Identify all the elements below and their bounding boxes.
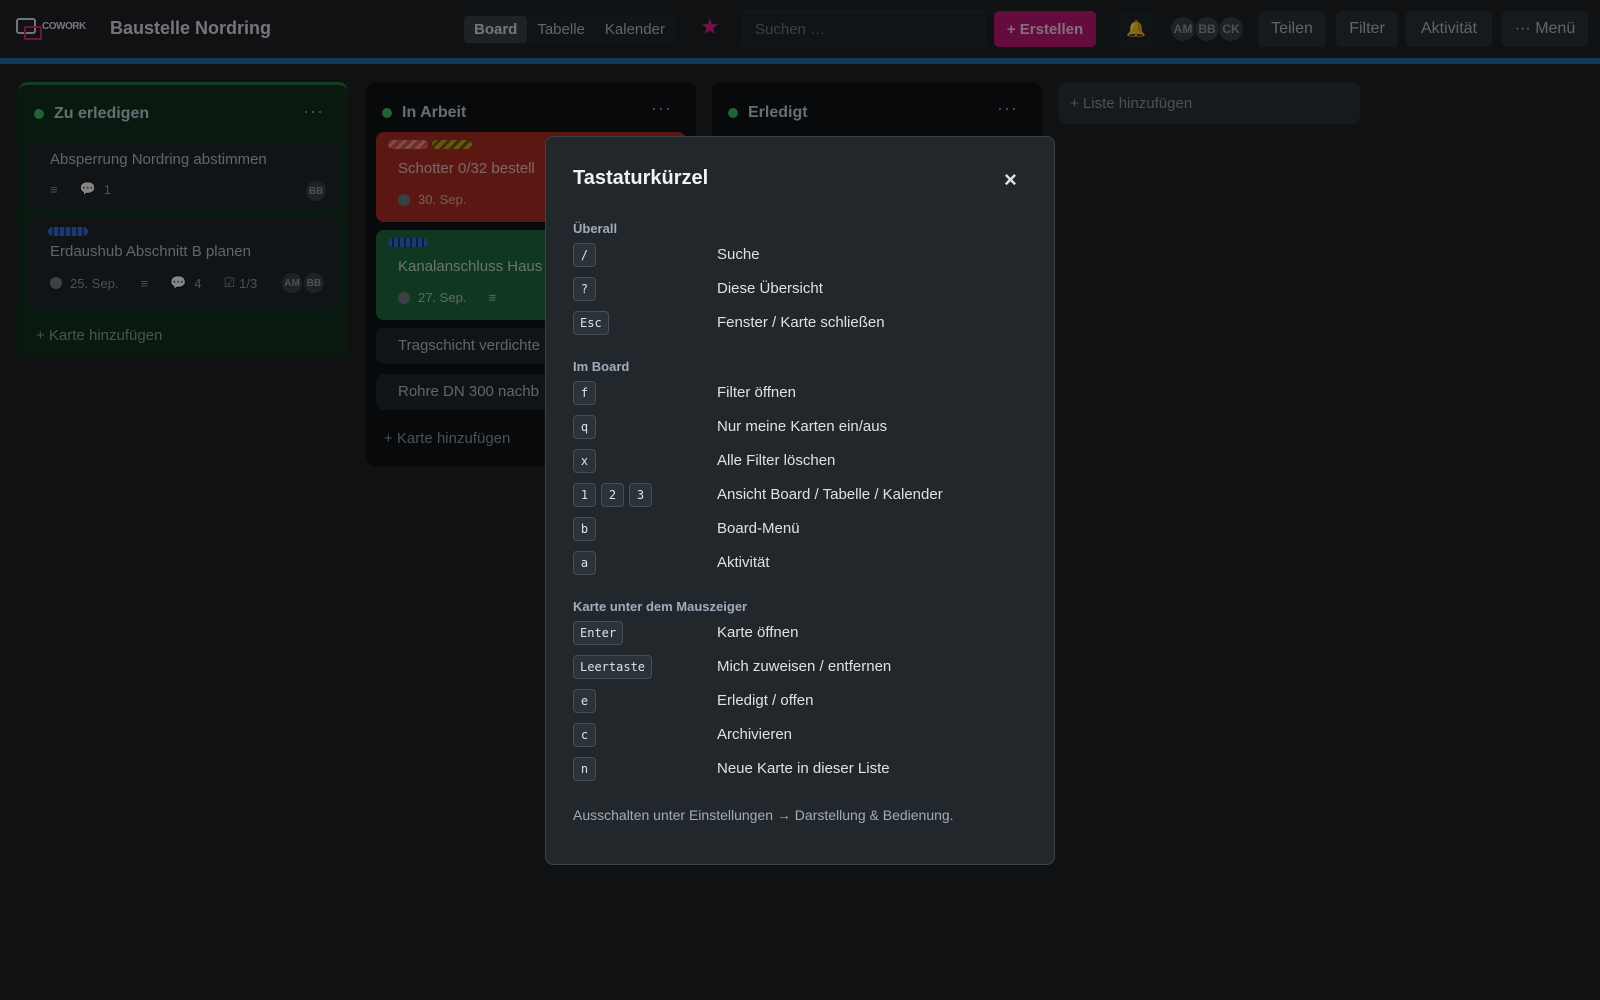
shortcut-keys: q bbox=[573, 415, 601, 439]
shortcut-description: Neue Karte in dieser Liste bbox=[717, 760, 890, 777]
shortcuts-modal: Tastaturkürzel × Überall / Suche ? Diese… bbox=[545, 136, 1055, 865]
shortcut-keys: c bbox=[573, 723, 601, 747]
section-title: Im Board bbox=[573, 359, 630, 374]
key-cap: x bbox=[573, 449, 596, 473]
shortcut-row: 1 2 3 Ansicht Board / Tabelle / Kalender bbox=[573, 483, 1033, 509]
shortcut-row: e Erledigt / offen bbox=[573, 689, 1033, 715]
key-cap: c bbox=[573, 723, 596, 747]
shortcut-description: Diese Übersicht bbox=[717, 280, 823, 297]
shortcut-keys: / bbox=[573, 243, 601, 267]
key-cap: e bbox=[573, 689, 596, 713]
key-cap: ? bbox=[573, 277, 596, 301]
shortcut-description: Fenster / Karte schließen bbox=[717, 314, 885, 331]
shortcut-description: Ansicht Board / Tabelle / Kalender bbox=[717, 486, 943, 503]
key-cap: Esc bbox=[573, 311, 609, 335]
shortcut-keys: e bbox=[573, 689, 601, 713]
key-cap: a bbox=[573, 551, 596, 575]
key-cap: q bbox=[573, 415, 596, 439]
shortcut-row: x Alle Filter löschen bbox=[573, 449, 1033, 475]
shortcut-row: q Nur meine Karten ein/aus bbox=[573, 415, 1033, 441]
shortcut-keys: ? bbox=[573, 277, 601, 301]
shortcut-description: Board-Menü bbox=[717, 520, 800, 537]
shortcut-description: Karte öffnen bbox=[717, 624, 799, 641]
shortcut-description: Archivieren bbox=[717, 726, 793, 743]
shortcut-keys: Esc bbox=[573, 311, 614, 335]
section-title: Überall bbox=[573, 221, 618, 236]
shortcut-keys: x bbox=[573, 449, 601, 473]
key-cap: f bbox=[573, 381, 596, 405]
key-cap: 3 bbox=[629, 483, 652, 507]
shortcut-keys: Enter bbox=[573, 621, 628, 645]
shortcut-row: c Archivieren bbox=[573, 723, 1033, 749]
key-cap: Leertaste bbox=[573, 655, 653, 679]
shortcut-keys: n bbox=[573, 757, 601, 781]
settings-hint: Ausschalten unter Einstellungen → Darste… bbox=[573, 807, 954, 823]
shortcut-description: Mich zuweisen / entfernen bbox=[717, 658, 892, 675]
key-cap: n bbox=[573, 757, 596, 781]
shortcut-description: Suche bbox=[717, 246, 760, 263]
shortcut-row: ? Diese Übersicht bbox=[573, 277, 1033, 303]
key-cap: Enter bbox=[573, 621, 624, 645]
key-cap: / bbox=[573, 243, 596, 267]
shortcut-row: Esc Fenster / Karte schließen bbox=[573, 311, 1033, 337]
shortcut-row: Enter Karte öffnen bbox=[573, 621, 1033, 647]
key-cap: 2 bbox=[601, 483, 624, 507]
shortcut-description: Nur meine Karten ein/aus bbox=[717, 418, 888, 435]
shortcut-row: / Suche bbox=[573, 243, 1033, 269]
shortcut-row: f Filter öffnen bbox=[573, 381, 1033, 407]
section-title: Karte unter dem Mauszeiger bbox=[573, 599, 748, 614]
shortcut-keys: a bbox=[573, 551, 601, 575]
shortcut-row: b Board-Menü bbox=[573, 517, 1033, 543]
close-icon[interactable]: × bbox=[1004, 169, 1017, 191]
shortcut-description: Erledigt / offen bbox=[717, 692, 814, 709]
shortcut-row: Leertaste Mich zuweisen / entfernen bbox=[573, 655, 1033, 681]
modal-title: Tastaturkürzel bbox=[573, 167, 709, 189]
shortcut-keys: 1 2 3 bbox=[573, 483, 657, 507]
shortcut-description: Alle Filter löschen bbox=[717, 452, 836, 469]
shortcut-keys: b bbox=[573, 517, 601, 541]
key-cap: 1 bbox=[573, 483, 596, 507]
shortcut-keys: f bbox=[573, 381, 601, 405]
shortcut-keys: Leertaste bbox=[573, 655, 657, 679]
shortcut-row: n Neue Karte in dieser Liste bbox=[573, 757, 1033, 783]
shortcut-row: a Aktivität bbox=[573, 551, 1033, 577]
key-cap: b bbox=[573, 517, 596, 541]
shortcut-description: Aktivität bbox=[717, 554, 770, 571]
shortcut-description: Filter öffnen bbox=[717, 384, 796, 401]
